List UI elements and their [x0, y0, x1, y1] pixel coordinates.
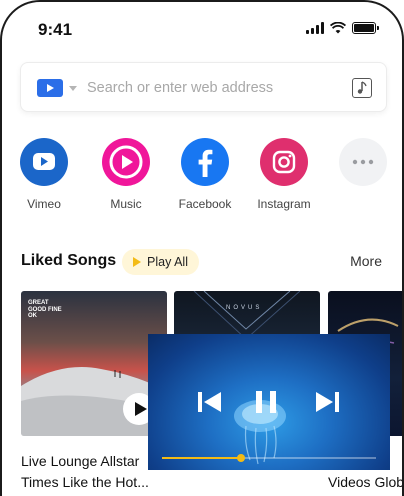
next-button[interactable] — [314, 390, 340, 419]
signal-icon — [306, 22, 324, 34]
status-icons — [306, 22, 379, 34]
section-title: Liked Songs — [21, 252, 117, 269]
seek-bar-fill — [162, 457, 242, 459]
shortcut-label: Music — [110, 197, 142, 211]
phone-frame: 9:41 Search or enter web address Vimeo M… — [0, 0, 404, 496]
shortcut-more[interactable] — [323, 138, 402, 186]
skip-next-icon — [316, 392, 339, 412]
seek-bar[interactable] — [162, 454, 376, 462]
play-all-label: Play All — [147, 255, 188, 269]
song-title-line: Times Like the Hot... — [21, 474, 149, 490]
play-all-button[interactable]: Play All — [122, 249, 199, 275]
status-bar: 9:41 — [2, 2, 402, 58]
album-art-text: GREAT GOOD FINE OK — [28, 300, 62, 319]
album-art-text: NOVUS — [226, 305, 263, 311]
skip-previous-icon — [198, 392, 221, 412]
video-search-icon — [37, 79, 63, 97]
address-bar — [20, 62, 387, 112]
more-link[interactable]: More — [350, 253, 382, 269]
search-engine-selector[interactable] — [37, 79, 77, 97]
song-card[interactable]: GREAT GOOD FINE OK Live Lounge Allstar T… — [21, 291, 167, 490]
music-play-icon — [102, 138, 150, 186]
previous-button[interactable] — [197, 390, 223, 419]
album-art: GREAT GOOD FINE OK — [21, 291, 167, 436]
music-note-icon — [357, 81, 367, 94]
instagram-icon — [260, 138, 308, 186]
shortcut-label: Facebook — [178, 197, 232, 211]
song-title-line: Videos Glob — [328, 474, 404, 490]
battery-icon — [352, 22, 379, 34]
pause-button[interactable] — [255, 390, 277, 419]
shortcut-instagram[interactable]: Instagram — [244, 138, 324, 211]
music-recognition-button[interactable] — [352, 78, 372, 98]
facebook-icon — [181, 138, 229, 186]
search-input[interactable] — [87, 75, 337, 101]
pause-icon — [256, 391, 276, 413]
youtube-icon — [20, 138, 68, 186]
more-dots-icon — [339, 138, 387, 186]
chevron-down-icon — [69, 85, 77, 91]
shortcut-label: Instagram — [257, 197, 311, 211]
shortcut-vimeo[interactable]: Vimeo — [4, 138, 84, 211]
floating-video-player[interactable] — [148, 334, 390, 470]
shortcut-music[interactable]: Music — [86, 138, 166, 211]
shortcut-row: Vimeo Music Facebook Instagram — [2, 138, 402, 218]
shortcut-facebook[interactable]: Facebook — [165, 138, 245, 211]
shortcut-label: Vimeo — [27, 197, 61, 211]
wifi-icon — [330, 22, 346, 34]
play-icon — [133, 257, 141, 267]
status-time: 9:41 — [38, 20, 73, 39]
